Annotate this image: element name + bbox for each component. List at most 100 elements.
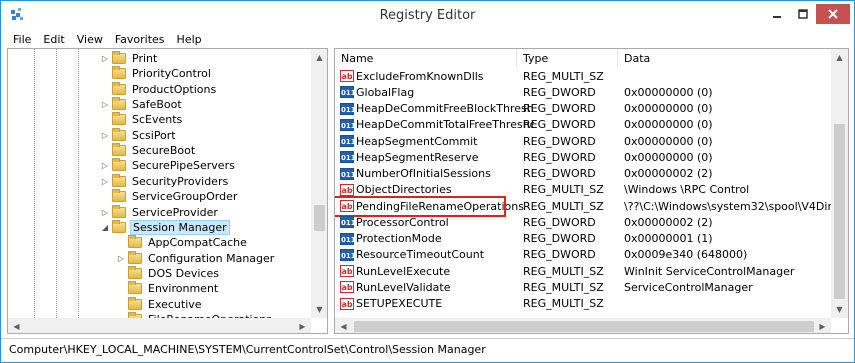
tree-item-label: Executive xyxy=(148,297,202,311)
tree-item-label: Configuration Manager xyxy=(148,251,275,265)
tree-vertical-scrollbar[interactable]: ▲ ▼ xyxy=(311,49,327,318)
value-name: HeapDeCommitTotalFreeThreshold xyxy=(356,118,534,132)
folder-icon xyxy=(112,158,126,172)
tree-item[interactable]: ▷ SecurityProviders xyxy=(100,173,230,189)
scroll-left-arrow-icon[interactable]: ◀ xyxy=(8,318,25,333)
tree-horizontal-scrollbar[interactable]: ◀ ▶ xyxy=(8,318,311,333)
value-row[interactable]: 011 ResourceTimeoutCount REG_DWORD 0x0009e3… xyxy=(335,247,833,263)
binary-value-icon: 011 xyxy=(340,118,356,131)
tree-item[interactable]: ScEvents xyxy=(100,112,184,127)
value-data: 0x00000001 (1) xyxy=(624,232,713,245)
scroll-left-arrow-icon[interactable]: ◀ xyxy=(335,318,352,333)
value-row[interactable]: ab RunLevelValidate REG_MULTI_SZ ServiceCon… xyxy=(335,279,833,295)
tree-item[interactable]: ▷ ScsiPort xyxy=(100,127,178,143)
value-row[interactable]: 011 GlobalFlag REG_DWORD 0x00000000 (0) xyxy=(335,84,833,100)
list-hscroll-thumb[interactable] xyxy=(354,321,814,332)
tree-item[interactable]: AppCompatCache xyxy=(116,235,249,250)
value-data: \??\C:\Windows\system32\spool\V4Dirs\319… xyxy=(624,199,849,213)
value-type: REG_MULTI_SZ xyxy=(523,297,604,310)
expand-arrow-icon[interactable]: ▷ xyxy=(116,254,126,263)
menu-file[interactable]: File xyxy=(7,33,37,46)
value-name: ExcludeFromKnownDlls xyxy=(356,69,484,83)
folder-icon xyxy=(112,81,126,95)
collapse-arrow-icon[interactable]: ◢ xyxy=(100,223,110,232)
tree-item[interactable]: Environment xyxy=(116,281,220,296)
scroll-right-arrow-icon[interactable]: ▶ xyxy=(294,318,311,333)
column-header-type[interactable]: Type xyxy=(517,49,618,67)
folder-icon xyxy=(112,66,126,80)
value-row[interactable]: 011 ProcessorControl REG_DWORD 0x00000002 (… xyxy=(335,214,833,230)
value-data: 0x0009e340 (648000) xyxy=(624,248,748,262)
value-name: NumberOfInitialSessions xyxy=(356,167,491,180)
string-value-icon: ab xyxy=(340,265,354,277)
tree-item-label: ProductOptions xyxy=(132,82,217,96)
tree-item[interactable]: PriorityControl xyxy=(100,66,213,81)
value-data: 0x00000000 (0) xyxy=(624,118,713,132)
expand-arrow-icon[interactable]: ▷ xyxy=(100,54,110,63)
scroll-up-arrow-icon[interactable]: ▲ xyxy=(831,49,848,66)
close-button[interactable] xyxy=(816,4,850,24)
string-value-icon: ab xyxy=(340,183,354,196)
value-row[interactable]: ab RunLevelExecute REG_MULTI_SZ WinInit Ser… xyxy=(335,263,833,279)
list-vertical-scrollbar[interactable]: ▲ ▼ xyxy=(831,49,848,318)
folder-icon xyxy=(128,235,142,249)
title-bar[interactable]: Registry Editor xyxy=(1,1,854,30)
tree-vscroll-thumb[interactable] xyxy=(314,205,325,231)
scroll-down-arrow-icon[interactable]: ▼ xyxy=(311,301,327,318)
registry-editor-window: Registry Editor File Edit View Favorites… xyxy=(0,0,855,363)
tree-item[interactable]: ▷ SafeBoot xyxy=(100,97,184,112)
value-row[interactable]: ab SETUPEXECUTE REG_MULTI_SZ xyxy=(335,296,833,312)
value-name: ResourceTimeoutCount xyxy=(356,248,485,262)
expand-arrow-icon[interactable]: ▷ xyxy=(100,208,110,217)
maximize-button[interactable] xyxy=(791,4,815,24)
value-type: REG_MULTI_SZ xyxy=(523,69,604,83)
column-header-name[interactable]: Name xyxy=(335,49,517,67)
tree-item[interactable]: ▷ Configuration Manager xyxy=(116,250,276,266)
menu-edit[interactable]: Edit xyxy=(37,33,70,46)
binary-value-icon: 011 xyxy=(340,167,356,180)
value-row[interactable]: 011 HeapDeCommitTotalFreeThreshold REG_DWO… xyxy=(335,117,833,133)
tree-item[interactable]: ProductOptions xyxy=(100,81,218,97)
expand-arrow-icon[interactable]: ▷ xyxy=(100,131,110,140)
minimize-button[interactable] xyxy=(765,4,789,24)
tree-item[interactable]: ServiceGroupOrder xyxy=(100,189,239,204)
scroll-down-arrow-icon[interactable]: ▼ xyxy=(831,301,848,318)
expand-arrow-icon[interactable]: ▷ xyxy=(100,177,110,186)
binary-value-icon: 011 xyxy=(340,151,356,164)
expand-arrow-icon[interactable]: ▷ xyxy=(100,161,110,170)
value-name: ProtectionMode xyxy=(356,232,442,245)
menu-help[interactable]: Help xyxy=(171,33,208,46)
tree-item[interactable]: Executive xyxy=(116,296,204,312)
tree-item[interactable]: ◢ Session Manager xyxy=(100,219,230,235)
string-value-icon: ab xyxy=(340,297,354,310)
close-icon xyxy=(828,9,838,19)
tree-item[interactable]: ▷ ServiceProvider xyxy=(100,204,220,220)
menu-view[interactable]: View xyxy=(71,33,109,46)
value-row[interactable]: 011 ProtectionMode REG_DWORD 0x00000001 (1) xyxy=(335,231,833,247)
expand-arrow-icon[interactable]: ▷ xyxy=(100,100,110,109)
tree-item[interactable]: ▷ SecurePipeServers xyxy=(100,158,237,173)
folder-icon xyxy=(112,51,126,64)
value-row[interactable]: ab PendingFileRenameOperations REG_MULTI_S… xyxy=(335,196,848,217)
folder-icon xyxy=(112,173,126,187)
list-vscroll-thumb[interactable] xyxy=(834,124,845,299)
value-data: \Windows \RPC Control xyxy=(624,183,750,197)
scroll-right-arrow-icon[interactable]: ▶ xyxy=(814,318,831,333)
list-horizontal-scrollbar[interactable]: ◀ ▶ xyxy=(335,318,831,333)
menu-favorites[interactable]: Favorites xyxy=(109,33,171,46)
tree-item[interactable]: ▷ Print xyxy=(100,51,159,66)
value-name: SETUPEXECUTE xyxy=(356,297,443,310)
tree-guide-line xyxy=(78,49,79,320)
value-row[interactable]: 011 HeapSegmentReserve REG_DWORD 0x00000000… xyxy=(335,149,833,165)
column-header-data[interactable]: Data xyxy=(618,49,833,67)
value-row[interactable]: ab ExcludeFromKnownDlls REG_MULTI_SZ xyxy=(335,68,833,84)
value-name: HeapDeCommitFreeBlockThreshold xyxy=(356,102,534,115)
tree-item-label: ScEvents xyxy=(132,113,183,127)
value-row[interactable]: 011 HeapSegmentCommit REG_DWORD 0x00000000 … xyxy=(335,133,833,149)
tree-item[interactable]: DOS Devices xyxy=(116,265,221,281)
scroll-up-arrow-icon[interactable]: ▲ xyxy=(311,49,327,66)
tree-item[interactable]: SecureBoot xyxy=(100,143,197,158)
value-type: REG_DWORD xyxy=(523,248,596,262)
value-row[interactable]: 011 NumberOfInitialSessions REG_DWORD 0x000… xyxy=(335,166,833,182)
value-row[interactable]: 011 HeapDeCommitFreeBlockThreshold REG_DWO… xyxy=(335,101,833,117)
